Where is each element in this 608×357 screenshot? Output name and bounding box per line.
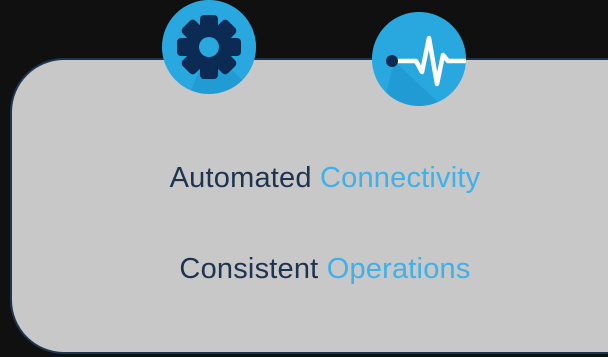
line-2-part-1: Consistent <box>179 253 319 285</box>
gear-icon <box>162 0 256 94</box>
heartbeat-icon-svg <box>372 12 466 106</box>
line-2-part-2: Operations <box>326 253 471 285</box>
slide-canvas: Automated Connectivity Consistent Operat… <box>0 0 608 357</box>
consistent-operations-text: Consistent Operations <box>0 253 608 286</box>
line-1-part-2: C <box>319 162 342 194</box>
heartbeat-pulse-icon <box>372 12 466 106</box>
gear-icon-svg <box>162 0 256 94</box>
content-panel <box>10 58 608 354</box>
line-1-part-1: Automated <box>169 162 312 194</box>
line-1-part-3: onnectivity <box>341 162 481 194</box>
automated-connectivity-text: Automated Connectivity <box>0 162 608 195</box>
